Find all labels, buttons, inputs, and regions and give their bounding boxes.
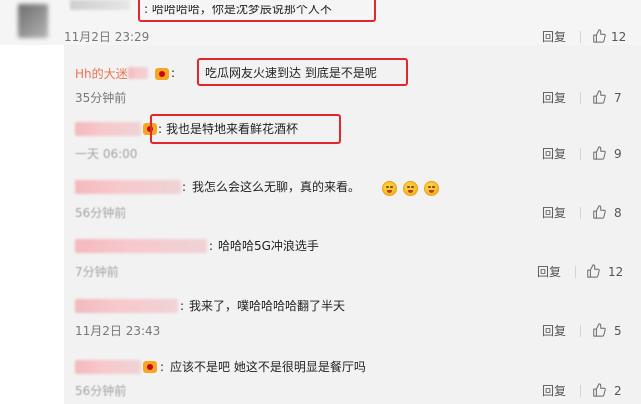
reply-button[interactable]: 回复 <box>537 265 561 279</box>
like-thumb-icon[interactable] <box>592 90 606 104</box>
reply-button[interactable]: 回复 <box>542 384 566 398</box>
action-divider <box>580 207 581 219</box>
like-thumb-icon[interactable] <box>592 323 606 337</box>
comment-time: 11月2日 23:29 <box>64 30 150 44</box>
action-divider <box>580 31 581 43</box>
reply-button[interactable]: 回复 <box>542 324 566 338</box>
action-divider <box>580 92 581 104</box>
reply-time: 56分钟前 <box>75 384 127 398</box>
like-count[interactable]: 7 <box>614 91 622 105</box>
username-blurred[interactable] <box>75 360 141 374</box>
like-count[interactable]: 8 <box>614 206 622 220</box>
reply-text: 吃瓜网友火速到达 到底是不是呢 <box>205 66 377 80</box>
user-badge-icon <box>143 361 157 373</box>
action-divider <box>580 148 581 160</box>
reply-button[interactable]: 回复 <box>542 30 566 44</box>
like-thumb-icon[interactable] <box>592 205 606 219</box>
reply-text: 我怎么会这么无聊，真的来看。 <box>192 180 361 194</box>
colon-separator: : <box>160 360 165 374</box>
like-count[interactable]: 12 <box>608 265 623 279</box>
reply-button[interactable]: 回复 <box>542 147 566 161</box>
action-divider <box>575 266 576 278</box>
laugh-emoji-icon <box>382 181 397 196</box>
username-blurred[interactable] <box>70 0 130 10</box>
username-blurred <box>128 67 148 79</box>
action-divider <box>580 325 581 337</box>
comment-section: : 哈哈哈哈，你是沈梦辰说那个人不 11月2日 23:29 回复 12 Hh的大… <box>0 0 641 404</box>
avatar[interactable] <box>18 4 48 38</box>
like-count[interactable]: 9 <box>614 147 622 161</box>
reply-time: 35分钟前 <box>75 91 127 105</box>
like-count[interactable]: 2 <box>614 384 622 398</box>
reply-time: 56分钟前 <box>75 206 127 220</box>
reply-button[interactable]: 回复 <box>542 91 566 105</box>
like-count[interactable]: 5 <box>614 324 622 338</box>
like-thumb-icon[interactable] <box>592 383 606 397</box>
reply-text: 哈哈哈5G冲浪选手 <box>218 239 319 253</box>
like-count[interactable]: 12 <box>611 30 626 44</box>
like-thumb-icon[interactable] <box>592 146 606 160</box>
username-blurred[interactable] <box>75 239 207 253</box>
colon-separator: : <box>182 180 187 194</box>
action-divider <box>580 385 581 397</box>
username-blurred[interactable] <box>75 180 181 194</box>
reply-time: 11月2日 23:43 <box>75 324 161 338</box>
like-thumb-icon[interactable] <box>592 29 606 43</box>
reply-time: 一天 06:00 <box>75 147 138 161</box>
reply-button[interactable]: 回复 <box>542 206 566 220</box>
username-blurred[interactable] <box>75 299 178 313</box>
colon-separator: : <box>180 299 185 313</box>
reply-text: 我也是特地来看鲜花酒杯 <box>166 122 299 136</box>
laugh-emoji-icon <box>424 181 439 196</box>
reply-time: 7分钟前 <box>75 265 119 279</box>
username-blurred[interactable] <box>75 122 141 136</box>
laugh-emoji-icon <box>403 181 418 196</box>
reply-text: 我来了，噗哈哈哈哈翻了半天 <box>189 299 346 313</box>
reply-username[interactable]: Hh的大迷 <box>75 66 128 82</box>
like-thumb-icon[interactable] <box>586 264 600 278</box>
colon-separator: : <box>209 239 214 253</box>
reply-text: 应该不是吧 她这不是很明显是餐厅吗 <box>170 360 366 374</box>
colon-separator: : <box>158 122 163 136</box>
colon-separator: : <box>171 66 176 80</box>
user-badge-icon <box>155 68 169 80</box>
